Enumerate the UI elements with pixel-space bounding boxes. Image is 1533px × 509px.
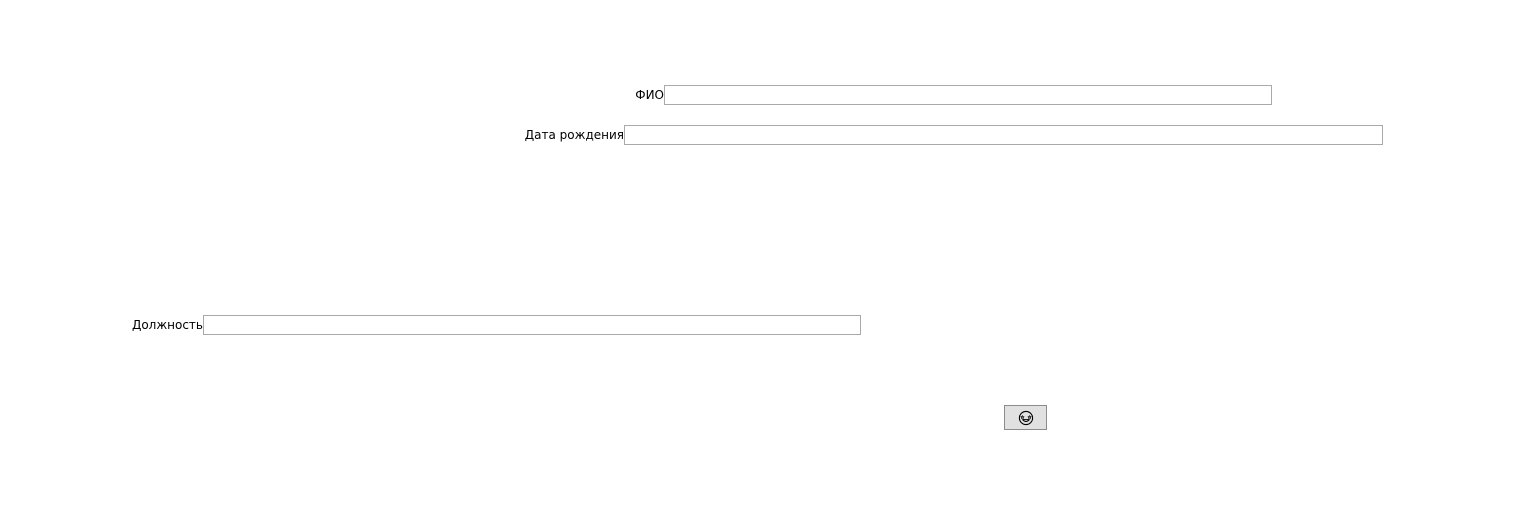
fio-label: ФИО [635, 88, 664, 102]
emoji-button[interactable] [1004, 405, 1047, 430]
position-label: Должность [131, 318, 203, 332]
grinning-face-with-star-eyes-icon [1018, 410, 1034, 426]
position-input[interactable] [203, 315, 861, 335]
fio-input[interactable] [664, 85, 1272, 105]
birth-date-input[interactable] [624, 125, 1383, 145]
birth-date-label: Дата рождения [524, 128, 624, 142]
